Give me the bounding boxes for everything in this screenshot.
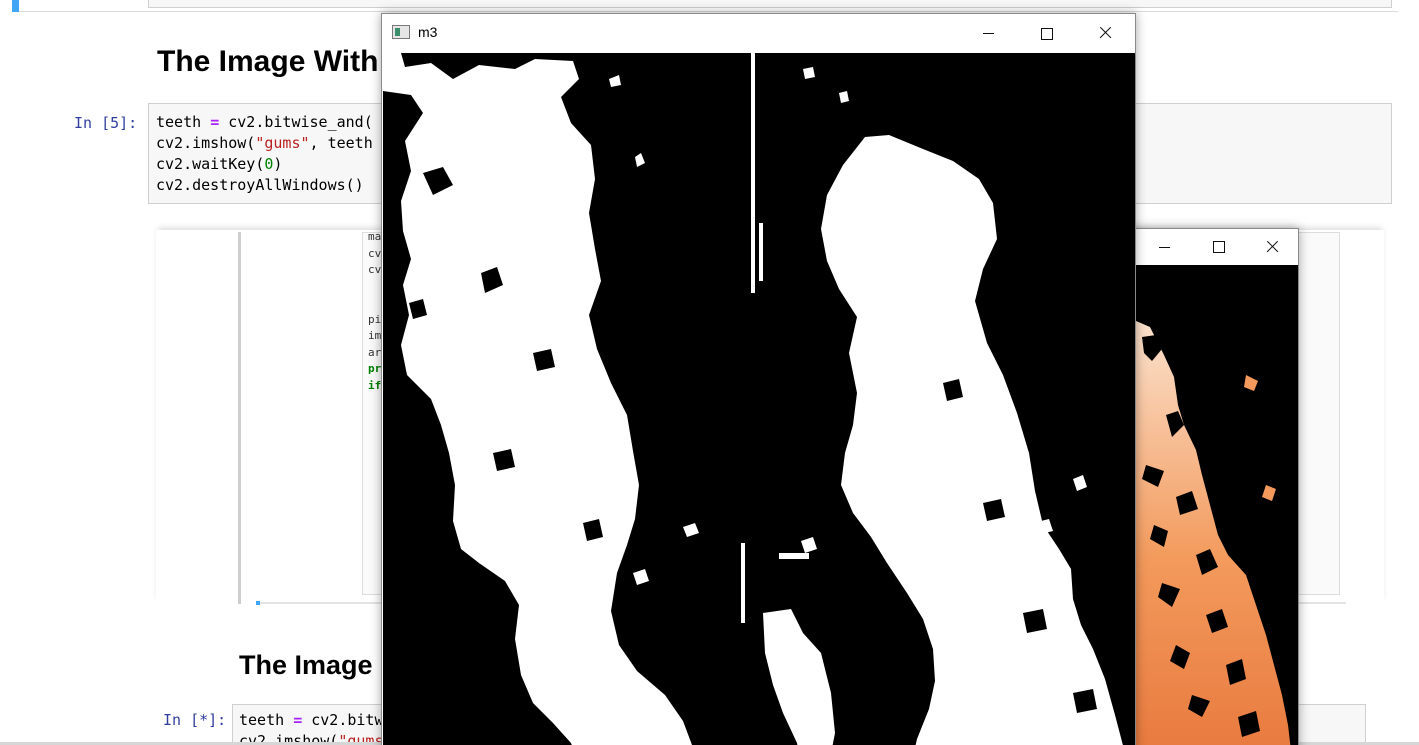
mask-image	[383, 53, 1135, 745]
mask-region-right	[821, 135, 1123, 745]
minimize-button[interactable]	[1138, 229, 1192, 265]
mask-image-graphic	[383, 53, 1123, 745]
maximize-button[interactable]	[1192, 229, 1246, 265]
app-window-icon	[392, 25, 410, 39]
maximize-button[interactable]	[1018, 14, 1076, 52]
window-titlebar[interactable]: m3	[382, 14, 1135, 52]
cell-divider	[19, 11, 1398, 12]
close-button[interactable]	[1245, 229, 1298, 265]
section-heading-2: The Image	[239, 650, 373, 680]
selected-cell-marker	[12, 0, 19, 12]
window-title: m3	[418, 24, 438, 40]
minimize-button[interactable]	[960, 14, 1018, 52]
cell-prompt-1: In [5]:	[74, 114, 138, 132]
m3-window[interactable]: m3	[381, 13, 1136, 745]
section-heading-1: The Image With	[157, 45, 379, 78]
output-collapse-rail[interactable]	[238, 232, 241, 604]
previous-cell[interactable]	[148, 0, 1392, 8]
embedded-scroll-marker	[256, 601, 260, 605]
mask-region-left	[383, 53, 692, 745]
cell-prompt-2: In [*]:	[163, 711, 227, 729]
embedded-code-text: ma cv cv pi im ar pr if	[368, 230, 382, 392]
close-button[interactable]	[1076, 14, 1134, 52]
